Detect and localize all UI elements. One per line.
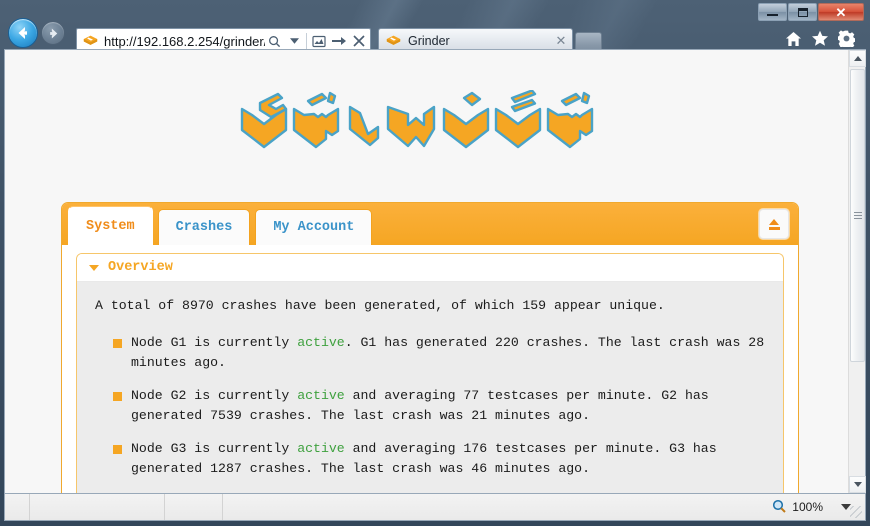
scroll-down-arrow-icon[interactable] bbox=[849, 476, 866, 493]
browser-status-bar: 100% bbox=[4, 494, 866, 521]
status-badge: active bbox=[297, 335, 345, 350]
overview-section-header[interactable]: Overview bbox=[77, 254, 783, 282]
status-segment bbox=[5, 494, 30, 520]
maximize-button[interactable] bbox=[788, 3, 817, 21]
star-icon[interactable] bbox=[811, 30, 829, 47]
tab-crashes[interactable]: Crashes bbox=[157, 209, 251, 245]
tab-my-account[interactable]: My Account bbox=[255, 209, 373, 245]
gear-icon[interactable] bbox=[838, 30, 855, 47]
scrollbar-thumb[interactable] bbox=[850, 69, 865, 362]
square-bullet-icon bbox=[113, 445, 122, 454]
panel-tab-bar: System Crashes My Account bbox=[62, 203, 798, 245]
zoom-control[interactable]: 100% bbox=[772, 499, 851, 516]
grinder-box-icon bbox=[83, 35, 98, 45]
list-item: Node G4 is currently inactive. G4 has ge… bbox=[113, 492, 765, 493]
browser-window: ✕ http://192.168.2.254/grinder/ Grinder … bbox=[0, 0, 870, 526]
tab-label: System bbox=[86, 218, 135, 234]
square-bullet-icon bbox=[113, 339, 122, 348]
section-title: Overview bbox=[108, 260, 173, 275]
forward-arrow-icon bbox=[49, 28, 57, 38]
panel-body: Overview A total of 8970 crashes have be… bbox=[62, 245, 798, 493]
navigation-buttons bbox=[8, 18, 65, 48]
node-text-pre: Node G3 is currently bbox=[131, 441, 298, 456]
forward-button[interactable] bbox=[41, 21, 65, 45]
tab-system[interactable]: System bbox=[68, 206, 153, 245]
eject-icon bbox=[768, 218, 780, 230]
close-button[interactable]: ✕ bbox=[818, 3, 864, 21]
browser-chrome: http://192.168.2.254/grinder/ Grinder ✕ bbox=[4, 4, 865, 53]
node-status-list: Node G1 is currently active. G1 has gene… bbox=[77, 333, 783, 493]
url-text: http://192.168.2.254/grinder/ bbox=[104, 33, 265, 49]
page-viewport: System Crashes My Account Overview A tot… bbox=[4, 49, 866, 494]
status-badge: active bbox=[297, 388, 345, 403]
divider bbox=[306, 32, 307, 50]
list-item: Node G2 is currently active and averagin… bbox=[113, 386, 765, 426]
zoom-level: 100% bbox=[792, 500, 823, 514]
browser-toolbar-icons bbox=[785, 30, 855, 47]
minimize-button[interactable] bbox=[758, 3, 787, 21]
grinder-box-icon bbox=[386, 35, 401, 45]
status-badge: active bbox=[297, 441, 345, 456]
status-segment bbox=[30, 494, 165, 520]
node-text-pre: Node G1 is currently bbox=[131, 335, 298, 350]
close-x-icon[interactable]: ✕ bbox=[554, 33, 568, 49]
content-panel: System Crashes My Account Overview A tot… bbox=[61, 202, 799, 493]
zoom-magnifier-icon bbox=[772, 499, 787, 516]
vertical-scrollbar[interactable] bbox=[848, 50, 866, 493]
window-controls: ✕ bbox=[758, 3, 864, 21]
resize-grip-icon[interactable] bbox=[850, 506, 862, 518]
node-text-pre: Node G2 is currently bbox=[131, 388, 298, 403]
web-page: System Crashes My Account Overview A tot… bbox=[5, 50, 848, 493]
grinder-logo bbox=[5, 90, 848, 160]
close-icon: ✕ bbox=[835, 4, 847, 20]
caret-down-icon bbox=[89, 264, 99, 271]
back-button[interactable] bbox=[8, 18, 38, 48]
overview-section: Overview A total of 8970 crashes have be… bbox=[76, 253, 784, 493]
scroll-up-arrow-icon[interactable] bbox=[849, 50, 866, 67]
grinder-logo-icon bbox=[240, 90, 593, 149]
list-item: Node G3 is currently active and averagin… bbox=[113, 439, 765, 479]
tab-label: My Account bbox=[273, 220, 355, 235]
back-arrow-icon bbox=[18, 27, 27, 39]
overview-summary: A total of 8970 crashes have been genera… bbox=[95, 298, 665, 313]
status-segments bbox=[5, 494, 223, 520]
tab-label: Crashes bbox=[175, 220, 233, 235]
home-icon[interactable] bbox=[785, 31, 802, 47]
scrollbar-grip-icon bbox=[853, 212, 862, 219]
list-item: Node G1 is currently active. G1 has gene… bbox=[113, 333, 765, 373]
collapse-panel-button[interactable] bbox=[759, 209, 789, 239]
square-bullet-icon bbox=[113, 392, 122, 401]
overview-section-body: A total of 8970 crashes have been genera… bbox=[77, 282, 783, 493]
status-segment bbox=[165, 494, 223, 520]
tab-title: Grinder bbox=[408, 34, 450, 48]
